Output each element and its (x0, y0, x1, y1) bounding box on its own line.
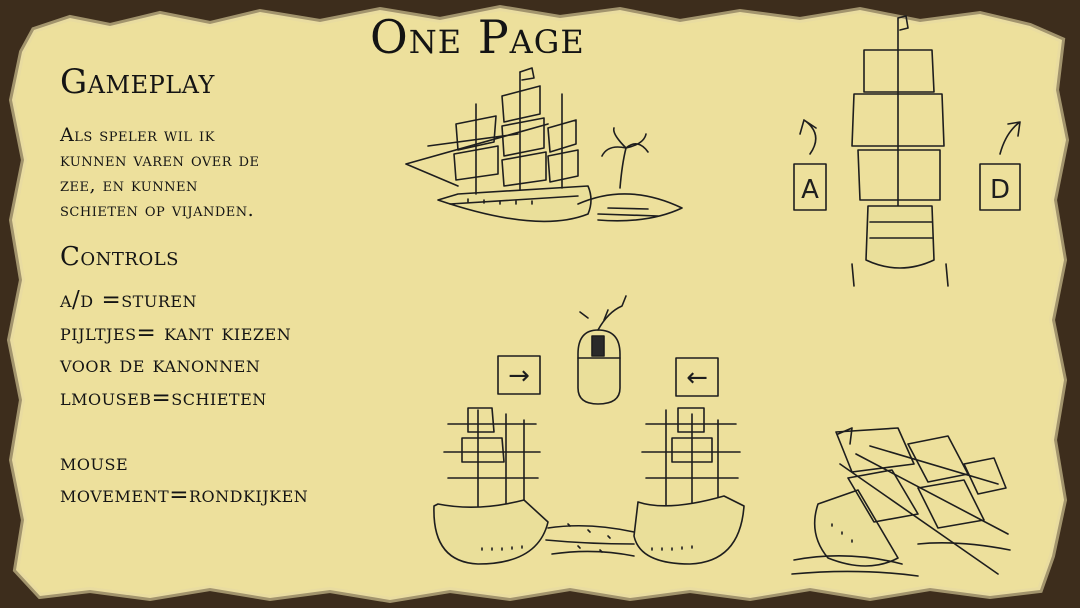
gameplay-description: Als speler wil ik kunnen varen over de z… (60, 123, 360, 223)
controls-line: voor de kanonnen (60, 352, 261, 378)
sinking-ship-sketch (788, 424, 1018, 580)
page-title: One Page (370, 10, 585, 64)
controls-line: pijltjes= kant kiezen (60, 319, 292, 346)
ship-island-sketch (398, 64, 690, 254)
key-a-label: A (801, 175, 819, 205)
steering-sketch: A D (782, 14, 1032, 296)
gameplay-line: Als speler wil ik (60, 124, 215, 146)
controls-line: a/d =sturen (60, 287, 198, 313)
controls-line (60, 414, 308, 447)
controls-line: lmouseb=schieten (60, 384, 267, 411)
controls-line: mouse (60, 449, 129, 476)
arrow-left-icon: ← (686, 363, 708, 393)
arrow-right-icon: → (508, 361, 530, 391)
controls-line: movement=rondkijken (60, 482, 309, 508)
key-d-label: D (990, 175, 1010, 205)
controls-list: a/d =sturen pijltjes= kant kiezen voor d… (60, 284, 308, 512)
gameplay-line: schieten op vijanden. (60, 199, 255, 221)
gameplay-line: kunnen varen over de (60, 149, 260, 171)
gameplay-line: zee, en kunnen (60, 174, 198, 196)
cannons-sketch: → ← (428, 292, 758, 584)
controls-heading: Controls (60, 242, 179, 272)
gameplay-heading: Gameplay (60, 62, 215, 102)
